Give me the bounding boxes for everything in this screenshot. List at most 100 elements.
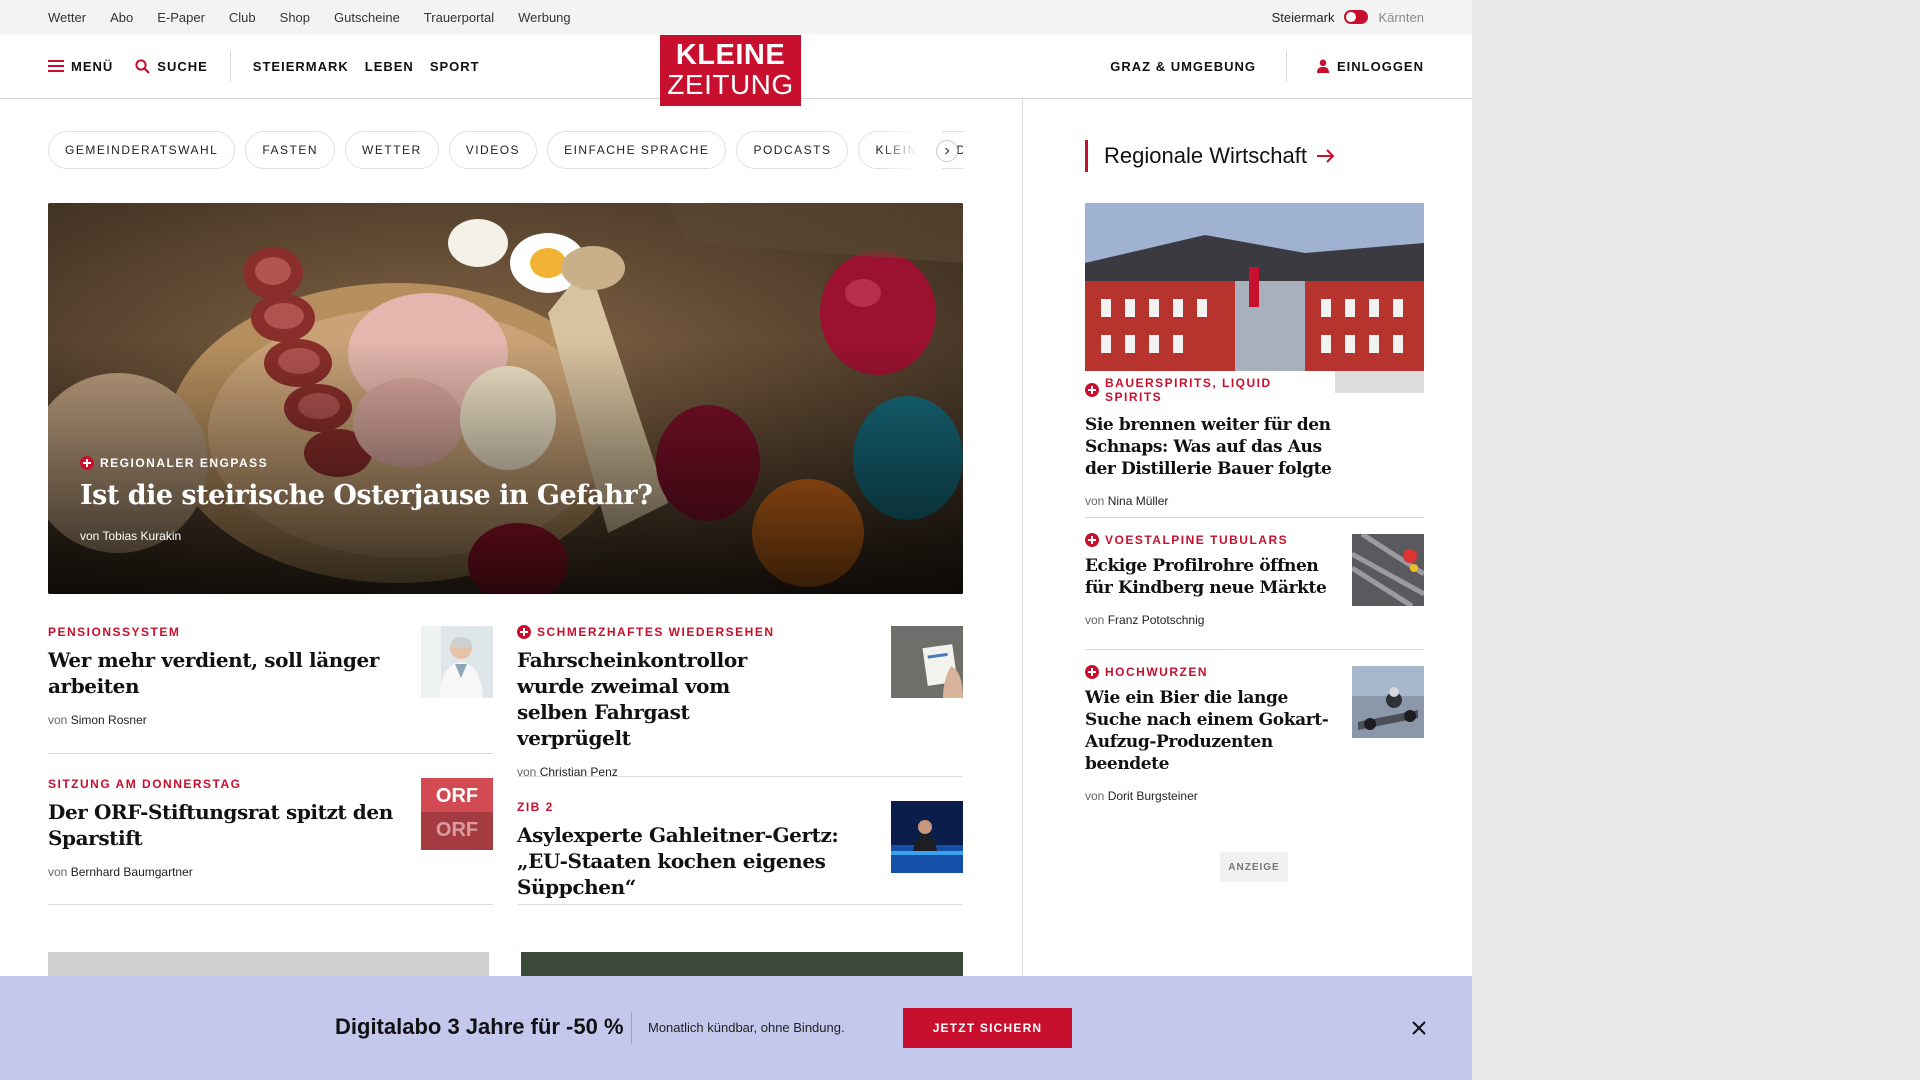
user-icon <box>1316 59 1329 73</box>
region-toggle[interactable] <box>1344 10 1369 24</box>
article-kicker: VOESTALPINE TUBULARS <box>1085 533 1330 547</box>
article-kicker-text: VOESTALPINE TUBULARS <box>1105 533 1289 547</box>
author-name[interactable]: Simon Rosner <box>71 713 147 727</box>
plus-badge-icon <box>80 456 94 470</box>
utility-link-abo[interactable]: Abo <box>110 10 133 25</box>
utility-link-shop[interactable]: Shop <box>280 10 310 25</box>
orf-logo-photo: ORF ORF <box>421 778 493 850</box>
article-divider <box>1085 517 1424 518</box>
utility-link-wetter[interactable]: Wetter <box>48 10 86 25</box>
hero-teaser[interactable]: REGIONALER ENGPASS Ist die steirische Os… <box>48 203 963 594</box>
doctor-photo <box>421 626 493 698</box>
article-thumbnail[interactable] <box>1352 666 1424 738</box>
article-divider <box>48 904 493 905</box>
pill-scroll-next-button[interactable] <box>936 140 958 162</box>
plus-badge-icon <box>1085 383 1099 397</box>
banner-title: Digitalabo 3 Jahre für -50 % <box>335 1014 624 1039</box>
topic-pill[interactable]: FASTEN <box>245 131 336 169</box>
article-thumbnail[interactable]: ORF ORF <box>421 778 493 850</box>
article-thumbnail[interactable] <box>891 801 963 873</box>
login-button[interactable]: EINLOGGEN <box>1316 58 1424 74</box>
article-teaser[interactable]: ZIB 2 Asylexperte Gahleitner-Gertz: „EU-… <box>517 800 877 900</box>
hero-author: von Tobias Kurakin <box>80 529 652 543</box>
article-title[interactable]: Fahrscheinkontrollor wurde zweimal vom s… <box>517 647 797 751</box>
topic-pill[interactable]: GEMEINDERATSWAHL <box>48 131 236 169</box>
login-label: EINLOGGEN <box>1336 58 1424 74</box>
region-steiermark[interactable]: Steiermark <box>1272 10 1335 25</box>
article-thumbnail[interactable] <box>421 626 493 698</box>
article-divider <box>48 753 493 754</box>
zib-studio-photo <box>891 801 963 873</box>
article-teaser[interactable]: SCHMERZHAFTES WIEDERSEHEN Fahrscheinkont… <box>517 625 797 779</box>
nav-leben[interactable]: LEBEN <box>365 59 414 74</box>
article-title[interactable]: Wer mehr verdient, soll länger arbeiten <box>48 647 398 699</box>
article-title[interactable]: Wie ein Bier die lange Suche nach einem … <box>1085 687 1330 775</box>
header-right: GRAZ & UMGEBUNG EINLOGGEN <box>1110 34 1424 98</box>
article-kicker-text: BAUERSPIRITS, LIQUID SPIRITS <box>1105 376 1272 404</box>
article-thumbnail[interactable] <box>891 626 963 698</box>
menu-button[interactable]: MENÜ <box>48 59 113 74</box>
article-kicker-text: SCHMERZHAFTES WIEDERSEHEN <box>537 625 775 639</box>
hamburger-menu-icon <box>48 60 64 72</box>
article-title[interactable]: Der ORF-Stiftungsrat spitzt den Sparstif… <box>48 799 398 851</box>
utility-link-epaper[interactable]: E-Paper <box>157 10 205 25</box>
author-name[interactable]: Dorit Burgsteiner <box>1108 789 1198 803</box>
topic-pill[interactable]: PODCASTS <box>736 131 849 169</box>
article-kicker: PENSIONSSYSTEM <box>48 625 181 639</box>
article-teaser[interactable]: PENSIONSSYSTEM Wer mehr verdient, soll l… <box>48 625 398 727</box>
plus-badge-icon <box>517 625 531 639</box>
plus-badge-icon <box>1085 533 1099 547</box>
article-thumbnail[interactable] <box>1352 534 1424 606</box>
hero-kicker: REGIONALER ENGPASS <box>80 456 652 470</box>
logo-line-1: KLEINE <box>675 39 786 71</box>
utility-link-gutscheine[interactable]: Gutscheine <box>334 10 400 25</box>
article-divider <box>517 776 963 777</box>
header-divider-right <box>1285 51 1287 81</box>
arrow-right-icon <box>1316 149 1335 163</box>
header-divider <box>229 51 231 81</box>
utility-link-club[interactable]: Club <box>229 10 256 25</box>
article-kicker: SCHMERZHAFTES WIEDERSEHEN <box>517 625 797 639</box>
article-title[interactable]: Eckige Profilrohre öffnen für Kindberg n… <box>1085 555 1330 599</box>
banner-divider <box>631 1012 632 1044</box>
author-name[interactable]: Bernhard Baumgartner <box>71 865 193 879</box>
article-title[interactable]: Asylexperte Gahleitner-Gertz: „EU-Staate… <box>517 822 877 900</box>
subscription-banner: Digitalabo 3 Jahre für -50 % Monatlich k… <box>0 976 1472 1080</box>
utility-link-trauerportal[interactable]: Trauerportal <box>424 10 494 25</box>
chevron-right-icon <box>945 147 950 155</box>
nav-graz-umgebung[interactable]: GRAZ & UMGEBUNG <box>1110 59 1256 74</box>
search-button[interactable]: SUCHE <box>135 59 208 74</box>
sidebar-heading[interactable]: Regionale Wirtschaft <box>1085 140 1335 172</box>
author-name[interactable]: Tobias Kurakin <box>102 529 181 543</box>
sidebar-article[interactable]: VOESTALPINE TUBULARS Eckige Profilrohre … <box>1085 533 1330 627</box>
gokart-photo <box>1352 666 1424 738</box>
region-switch: Steiermark Kärnten <box>1272 0 1424 34</box>
kleine-zeitung-logo[interactable]: KLEINE ZEITUNG <box>660 35 801 106</box>
subscribe-button[interactable]: JETZT SICHERN <box>903 1008 1072 1048</box>
distillery-photo <box>1085 203 1424 393</box>
author-name[interactable]: Nina Müller <box>1108 494 1169 508</box>
header-nav: MENÜ SUCHE STEIERMARK LEBEN SPORT <box>48 34 496 98</box>
sidebar-lead-image[interactable] <box>1085 203 1424 393</box>
topic-pill[interactable]: WETTER <box>345 131 439 169</box>
banner-subtitle: Monatlich kündbar, ohne Bindung. <box>648 1020 845 1035</box>
author-name[interactable]: Franz Pototschnig <box>1108 613 1205 627</box>
close-banner-button[interactable] <box>1409 1018 1429 1038</box>
article-teaser[interactable]: SITZUNG AM DONNERSTAG Der ORF-Stiftungsr… <box>48 777 398 879</box>
article-title[interactable]: Sie brennen weiter für den Schnaps: Was … <box>1085 414 1335 480</box>
logo-line-2: ZEITUNG <box>667 69 794 100</box>
hero-title[interactable]: Ist die steirische Osterjause in Gefahr? <box>80 480 653 511</box>
column-divider <box>1022 99 1023 999</box>
topic-pill[interactable]: EINFACHE SPRACHE <box>547 131 727 169</box>
region-kaernten[interactable]: Kärnten <box>1378 10 1424 25</box>
hero-text: REGIONALER ENGPASS Ist die steirische Os… <box>80 456 653 543</box>
pipes-photo <box>1352 534 1424 606</box>
nav-steiermark[interactable]: STEIERMARK <box>253 59 349 74</box>
utility-link-werbung[interactable]: Werbung <box>518 10 571 25</box>
sidebar-article[interactable]: HOCHWURZEN Wie ein Bier die lange Suche … <box>1085 665 1330 803</box>
nav-sport[interactable]: SPORT <box>430 59 480 74</box>
topic-pill[interactable]: VIDEOS <box>448 131 538 169</box>
sidebar-article[interactable]: BAUERSPIRITS, LIQUID SPIRITS Sie brennen… <box>1085 371 1335 508</box>
ad-label: ANZEIGE <box>1220 852 1288 882</box>
article-kicker: SITZUNG AM DONNERSTAG <box>48 777 242 791</box>
